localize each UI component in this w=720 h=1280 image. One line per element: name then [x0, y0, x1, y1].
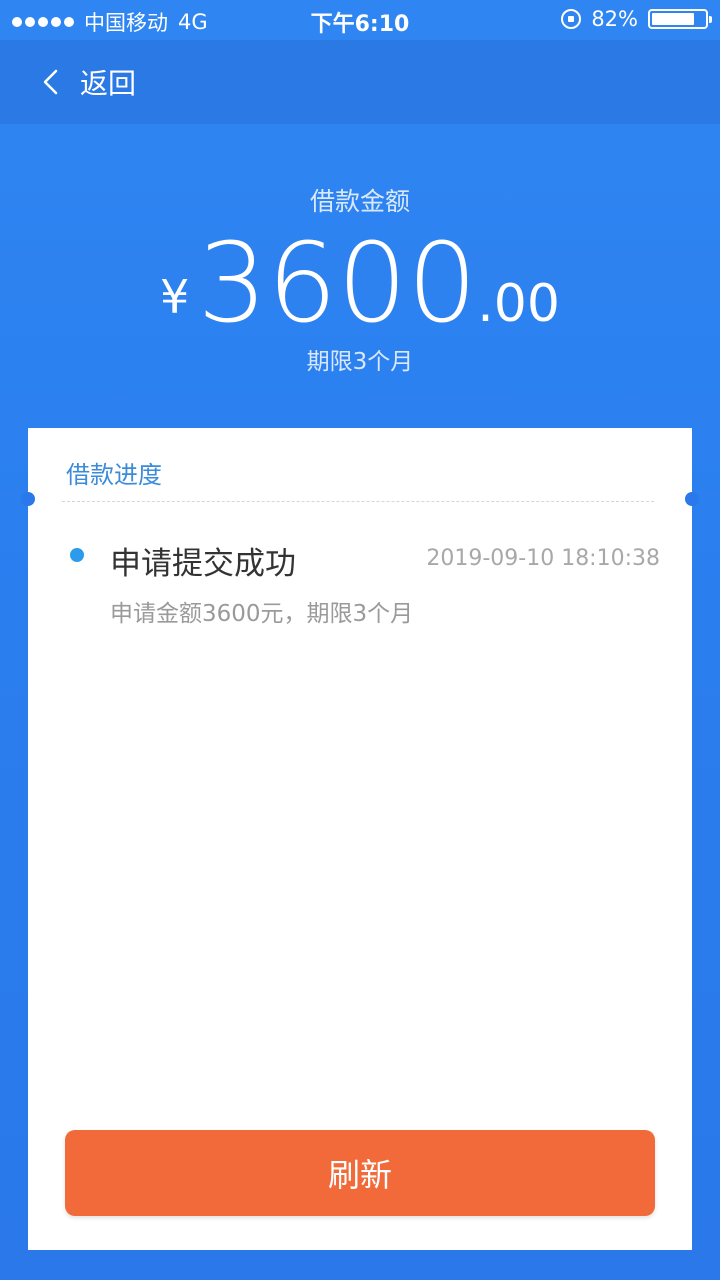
progress-status: 申请提交成功: [110, 546, 296, 582]
progress-description: 申请金额3600元，期限3个月: [110, 601, 414, 627]
loan-term: 期限3个月: [306, 349, 414, 375]
chevron-left-icon: [43, 69, 58, 95]
dashed-divider: [62, 501, 654, 502]
back-button[interactable]: 返回: [40, 62, 136, 102]
card-notch-left: [21, 492, 35, 506]
status-right: 82%: [561, 7, 712, 31]
progress-title: 借款进度: [66, 461, 162, 489]
loan-amount-title: 借款金额: [309, 187, 410, 216]
card-notch-right: [685, 492, 699, 506]
progress-dot-icon: [70, 548, 84, 562]
amount-integer: 3600: [197, 219, 478, 347]
battery-fill: [652, 13, 694, 25]
loan-amount: ¥3600.00: [0, 218, 720, 348]
battery-icon: [648, 9, 712, 29]
battery-percent: 82%: [591, 7, 638, 31]
back-label: 返回: [80, 67, 137, 100]
status-bar: 中国移动 4G 下午6:10 82%: [0, 0, 720, 40]
currency-symbol: ¥: [160, 270, 190, 324]
progress-timestamp: 2019-09-10 18:10:38: [426, 546, 660, 571]
navigation-bar: 返回: [0, 40, 720, 124]
refresh-button[interactable]: 刷新: [65, 1130, 655, 1216]
progress-card: 借款进度 申请提交成功 2019-09-10 18:10:38 申请金额3600…: [21, 428, 699, 1250]
orientation-lock-icon: [561, 9, 582, 29]
amount-decimal: .00: [477, 274, 560, 334]
